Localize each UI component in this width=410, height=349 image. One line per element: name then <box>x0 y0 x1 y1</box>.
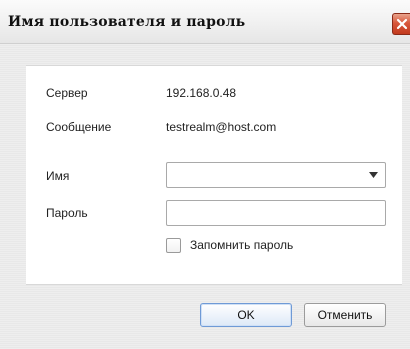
server-value: 192.168.0.48 <box>166 86 237 100</box>
close-icon <box>396 18 408 30</box>
title-bar[interactable]: Имя пользователя и пароль <box>0 0 410 44</box>
ok-button[interactable]: OK <box>200 303 292 327</box>
cancel-button[interactable]: Отменить <box>304 303 386 327</box>
window-title: Имя пользователя и пароль <box>8 14 246 30</box>
remember-password-checkbox[interactable] <box>166 238 181 253</box>
username-label: Имя <box>46 169 70 183</box>
login-dialog: Имя пользователя и пароль Сервер 192.168… <box>0 0 410 349</box>
chevron-down-icon <box>369 172 378 178</box>
server-label: Сервер <box>46 86 88 100</box>
message-value: testrealm@host.com <box>166 120 277 134</box>
password-label: Пароль <box>46 206 88 220</box>
message-label: Сообщение <box>46 120 112 134</box>
dropdown-button[interactable] <box>363 165 383 185</box>
remember-password-label[interactable]: Запомнить пароль <box>190 238 293 252</box>
username-combobox[interactable] <box>166 162 386 188</box>
close-button[interactable] <box>392 13 410 35</box>
password-input[interactable] <box>166 200 386 226</box>
